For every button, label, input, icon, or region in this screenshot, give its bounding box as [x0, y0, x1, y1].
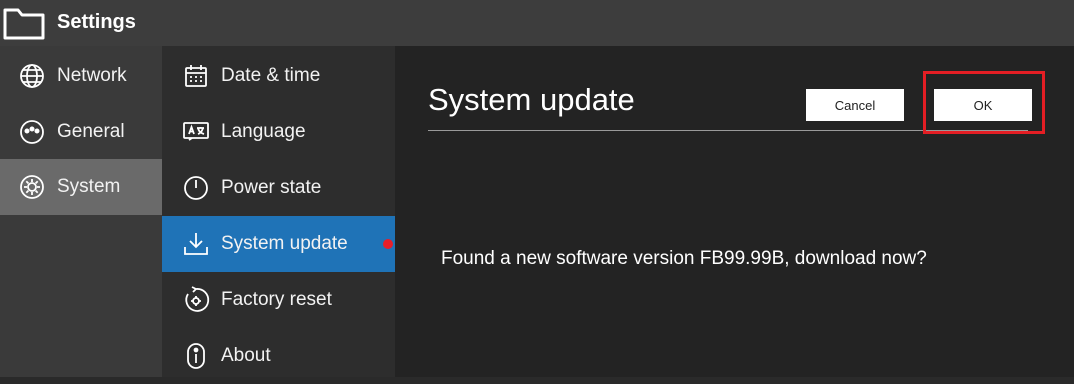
menu-item-label: About	[221, 345, 271, 366]
language-icon	[182, 118, 210, 146]
menu-item-label: Power state	[221, 177, 322, 198]
sidebar-item-label: General	[57, 121, 125, 142]
gear-icon	[18, 173, 46, 201]
menu-item-label: Date & time	[221, 65, 321, 86]
cancel-button[interactable]: Cancel	[806, 89, 904, 121]
title-bar: Settings	[0, 0, 1074, 46]
folder-icon	[2, 5, 46, 46]
menu-item-date-time[interactable]: Date & time	[162, 48, 395, 104]
notification-dot	[383, 239, 393, 249]
menu-item-label: Factory reset	[221, 289, 332, 310]
menu-item-label: Language	[221, 121, 306, 142]
globe-icon	[18, 62, 46, 90]
page-title: System update	[428, 82, 635, 117]
sidebar-item-system[interactable]: System	[0, 159, 162, 215]
download-icon	[182, 230, 210, 258]
sidebar-item-general[interactable]: General	[0, 104, 162, 160]
sidebar-item-network[interactable]: Network	[0, 48, 162, 104]
factory-reset-icon	[182, 286, 210, 314]
update-message: Found a new software version FB99.99B, d…	[441, 248, 927, 269]
menu-item-language[interactable]: Language	[162, 104, 395, 160]
menu-item-system-update[interactable]: System update	[162, 216, 395, 272]
highlight-box	[923, 71, 1045, 134]
sidebar-item-label: Network	[57, 65, 127, 86]
sidebar-item-label: System	[57, 176, 121, 197]
system-menu: Date & time Language Power state System …	[162, 46, 395, 377]
category-sidebar: Network General System	[0, 46, 162, 377]
menu-item-power-state[interactable]: Power state	[162, 160, 395, 216]
power-icon	[182, 174, 210, 202]
general-icon	[18, 118, 46, 146]
info-icon	[182, 342, 210, 370]
menu-item-factory-reset[interactable]: Factory reset	[162, 272, 395, 328]
calendar-icon	[182, 62, 210, 90]
menu-item-label: System update	[221, 233, 348, 254]
menu-item-about[interactable]: About	[162, 328, 395, 384]
window-title: Settings	[57, 11, 136, 33]
content-panel: System update Cancel OK Found a new soft…	[395, 46, 1074, 377]
